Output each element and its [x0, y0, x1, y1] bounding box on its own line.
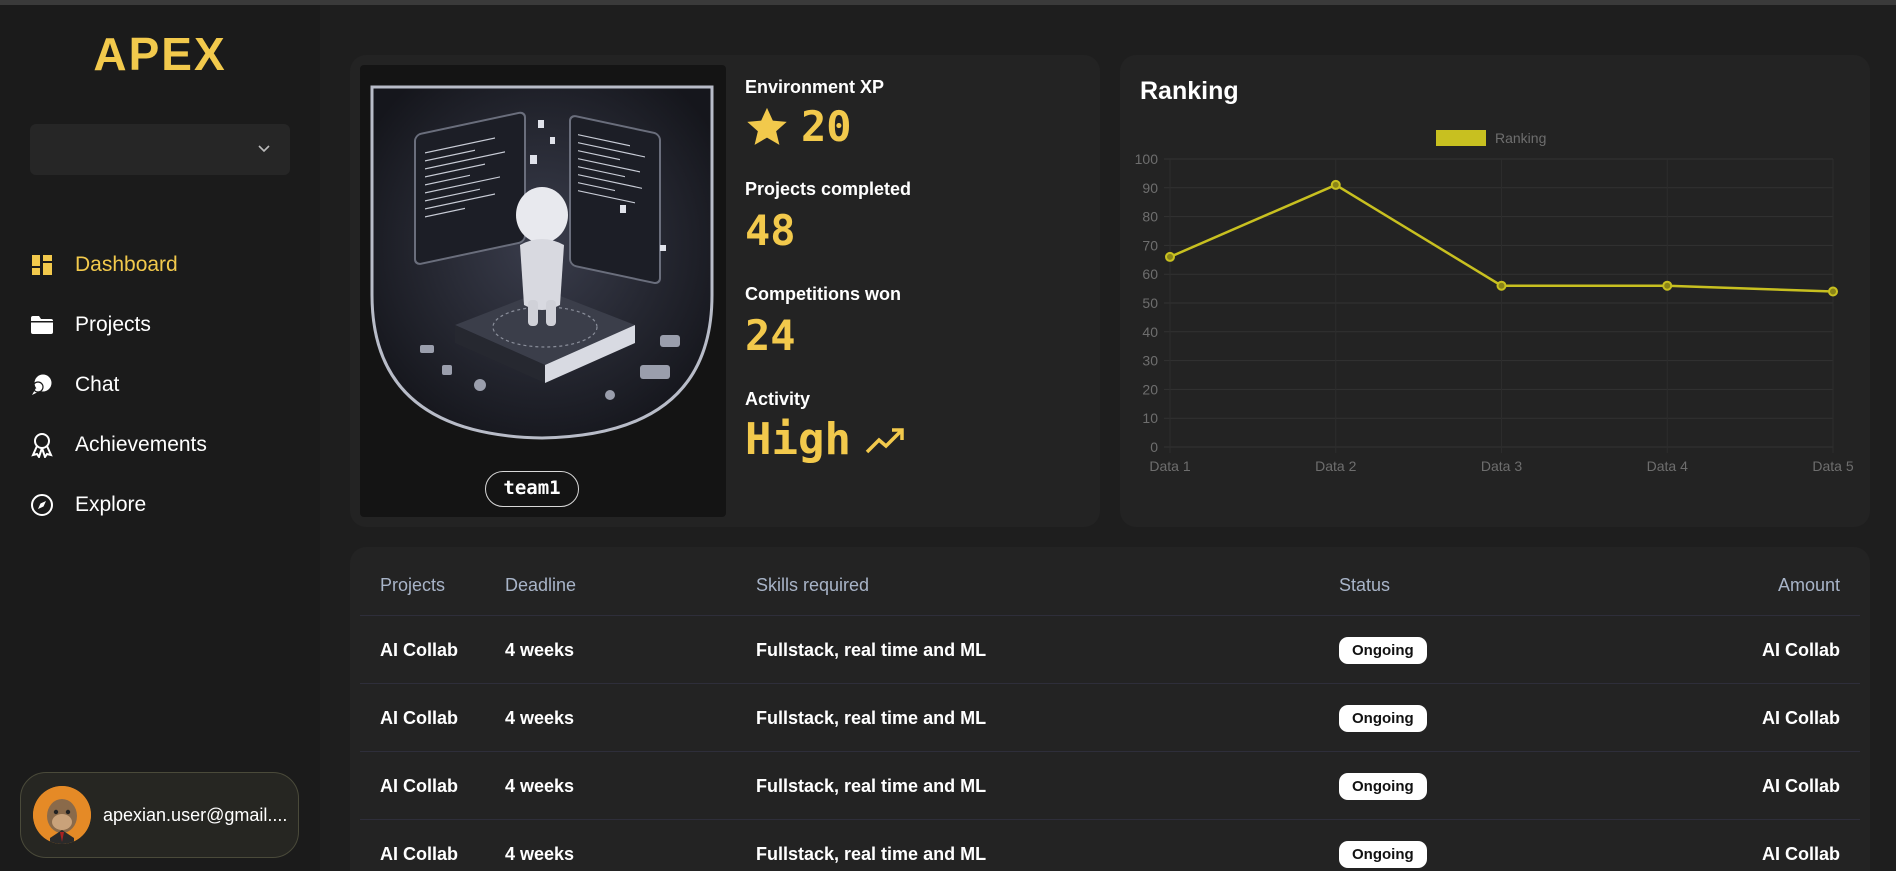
y-tick-label: 80 [1142, 209, 1158, 225]
user-profile-card[interactable]: apexian.user@gmail.... [20, 772, 299, 858]
cell-skills: Fullstack, real time and ML [756, 844, 987, 864]
cell-skills: Fullstack, real time and ML [756, 776, 987, 796]
cell-deadline: 4 weeks [505, 708, 575, 728]
avatar [33, 786, 91, 844]
y-tick-label: 70 [1142, 237, 1158, 253]
column-header-projects[interactable]: Projects [380, 575, 445, 596]
sidebar-item-label: Chat [75, 373, 120, 396]
projects-completed-label: Projects completed [745, 179, 912, 199]
chevron-down-icon [258, 145, 270, 153]
column-header-status[interactable]: Status [1339, 575, 1390, 596]
cell-deadline: 4 weeks [505, 844, 575, 864]
sidebar-item-label: Explore [75, 493, 147, 516]
projects-table: Projects Deadline Skills required Status… [350, 547, 1870, 871]
competitions-won-value: 24 [745, 311, 796, 360]
y-tick-label: 40 [1142, 324, 1158, 340]
team-name-tag: team1 [485, 471, 579, 507]
profile-panel: team1 Environment XP 20 Projects complet… [350, 55, 1100, 527]
x-tick-label: Data 5 [1812, 458, 1853, 474]
cell-project: AI Collab [380, 708, 459, 728]
legend-swatch-ranking [1436, 130, 1486, 146]
award-icon [30, 433, 54, 458]
y-tick-label: 60 [1142, 266, 1158, 282]
compass-icon [30, 493, 54, 517]
cell-deadline: 4 weeks [505, 640, 575, 660]
activity-label: Activity [745, 389, 811, 409]
y-tick-label: 100 [1135, 151, 1159, 167]
star-icon [747, 107, 787, 145]
column-header-skills[interactable]: Skills required [756, 575, 869, 596]
sidebar-nav: Dashboard Projects Chat Achievements Exp… [30, 235, 310, 535]
sidebar-item-explore[interactable]: Explore [30, 475, 310, 535]
ranking-panel: Ranking 0 10 20 30 40 50 60 70 80 90 100 Data 1 Data… [1120, 55, 1870, 527]
cell-project: AI Collab [380, 776, 459, 796]
sidebar-item-label: Projects [75, 313, 151, 336]
x-tick-label: Data 3 [1481, 458, 1522, 474]
sidebar-item-label: Achievements [75, 433, 207, 456]
app-logo[interactable]: APEX [0, 27, 320, 81]
activity-value: High [745, 414, 851, 465]
xp-value: 20 [801, 102, 852, 151]
trending-up-icon [865, 427, 904, 453]
y-tick-label: 90 [1142, 180, 1158, 196]
chat-icon [30, 373, 54, 397]
cell-deadline: 4 weeks [505, 776, 575, 796]
data-point[interactable] [1662, 280, 1673, 291]
sidebar-item-chat[interactable]: Chat [30, 355, 310, 415]
sidebar: APEX Dashboard Projects Chat Achievement… [0, 5, 320, 871]
sidebar-item-dashboard[interactable]: Dashboard [30, 235, 310, 295]
xp-label: Environment XP [745, 77, 885, 97]
y-tick-label: 50 [1142, 295, 1158, 311]
table-row[interactable]: AI Collab 4 weeks Fullstack, real time a… [360, 819, 1860, 871]
status-badge: Ongoing [1339, 705, 1427, 732]
y-tick-label: 20 [1142, 381, 1158, 397]
team-profile-image [360, 65, 726, 517]
table-row[interactable]: AI Collab 4 weeks Fullstack, real time a… [360, 751, 1860, 819]
y-tick-label: 10 [1142, 410, 1158, 426]
y-tick-label: 0 [1150, 439, 1158, 455]
ranking-line-chart: 0 10 20 30 40 50 60 70 80 90 100 Data 1 Data 2 Data 3… [1135, 130, 1854, 474]
cell-amount: AI Collab [1761, 640, 1840, 660]
x-tick-label: Data 1 [1149, 458, 1190, 474]
cell-amount: AI Collab [1761, 776, 1840, 796]
dashboard-icon [30, 253, 54, 277]
status-badge: Ongoing [1339, 637, 1427, 664]
competitions-won-label: Competitions won [745, 284, 901, 304]
cell-amount: AI Collab [1761, 708, 1840, 728]
environment-select[interactable] [30, 124, 290, 175]
column-header-deadline[interactable]: Deadline [505, 575, 576, 596]
cell-skills: Fullstack, real time and ML [756, 708, 987, 728]
sidebar-item-achievements[interactable]: Achievements [30, 415, 310, 475]
status-badge: Ongoing [1339, 773, 1427, 800]
data-point[interactable] [1330, 179, 1341, 190]
projects-completed-value: 48 [745, 206, 796, 255]
user-email: apexian.user@gmail.... [103, 804, 288, 825]
sidebar-item-projects[interactable]: Projects [30, 295, 310, 355]
cell-project: AI Collab [380, 640, 459, 660]
table-row[interactable]: AI Collab 4 weeks Fullstack, real time a… [360, 615, 1860, 683]
cell-skills: Fullstack, real time and ML [756, 640, 987, 660]
legend-label-ranking: Ranking [1495, 130, 1546, 146]
sidebar-item-label: Dashboard [75, 253, 178, 276]
status-badge: Ongoing [1339, 841, 1427, 868]
x-tick-label: Data 4 [1647, 458, 1688, 474]
y-tick-label: 30 [1142, 353, 1158, 369]
column-header-amount[interactable]: Amount [1778, 575, 1840, 596]
table-row[interactable]: AI Collab 4 weeks Fullstack, real time a… [360, 683, 1860, 751]
data-point[interactable] [1165, 251, 1175, 262]
folder-icon [30, 313, 54, 337]
data-point[interactable] [1828, 286, 1838, 297]
cell-project: AI Collab [380, 844, 459, 864]
x-tick-label: Data 2 [1315, 458, 1356, 474]
cell-amount: AI Collab [1761, 844, 1840, 864]
data-point[interactable] [1496, 280, 1507, 291]
chart-legend[interactable]: Ranking [1436, 130, 1546, 146]
